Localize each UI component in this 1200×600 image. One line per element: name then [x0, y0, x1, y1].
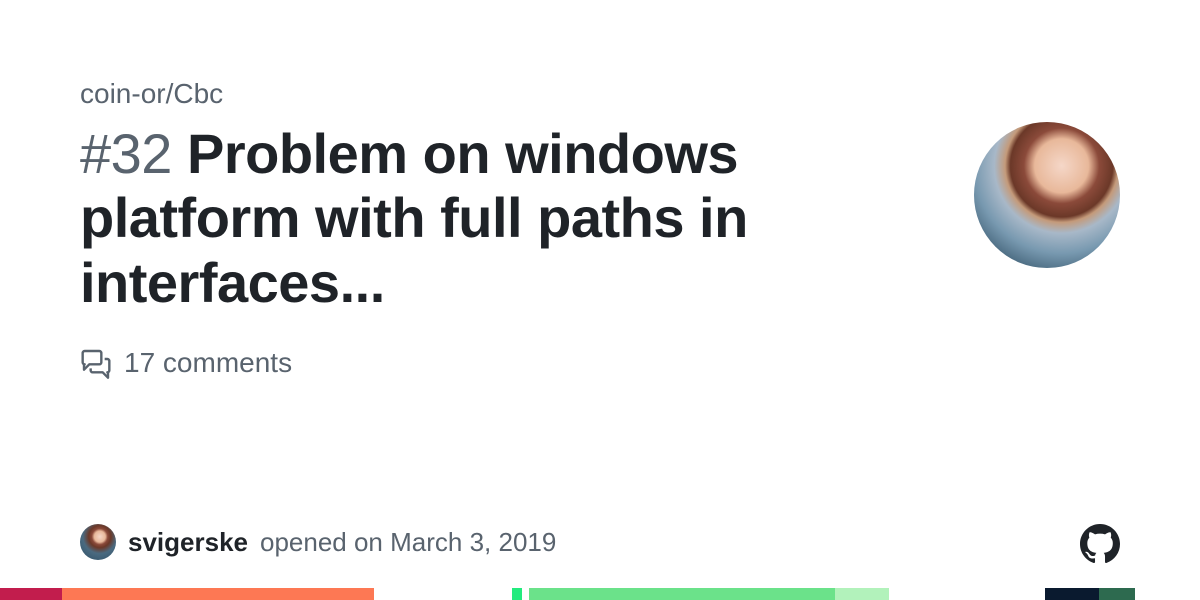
- author-avatar-small[interactable]: [80, 524, 116, 560]
- title-block: #32 Problem on windows platform with ful…: [80, 122, 934, 315]
- color-segment: [1045, 588, 1099, 600]
- opened-timestamp: opened on March 3, 2019: [260, 527, 556, 558]
- repo-path[interactable]: coin-or/Cbc: [80, 78, 1120, 110]
- color-segment: [374, 588, 512, 600]
- color-segment: [62, 588, 374, 600]
- color-segment: [1135, 588, 1200, 600]
- issue-title-text: Problem on windows platform with full pa…: [80, 122, 748, 314]
- color-segment: [889, 588, 1045, 600]
- color-segment: [0, 588, 62, 600]
- color-segment: [529, 588, 835, 600]
- issue-title: #32 Problem on windows platform with ful…: [80, 122, 934, 315]
- color-segment: [835, 588, 889, 600]
- author-row: svigerske opened on March 3, 2019: [80, 524, 556, 560]
- comments-row[interactable]: 17 comments: [80, 347, 1120, 379]
- color-accent-bar: [0, 588, 1200, 600]
- color-segment: [522, 588, 529, 600]
- author-username[interactable]: svigerske: [128, 527, 248, 558]
- title-row: #32 Problem on windows platform with ful…: [80, 122, 1120, 315]
- color-segment: [1099, 588, 1135, 600]
- issue-number: #32: [80, 122, 172, 185]
- author-avatar-large[interactable]: [974, 122, 1120, 268]
- color-segment: [512, 588, 522, 600]
- comment-discussion-icon: [80, 347, 112, 379]
- comments-count: 17 comments: [124, 347, 292, 379]
- github-mark-icon[interactable]: [1080, 524, 1120, 564]
